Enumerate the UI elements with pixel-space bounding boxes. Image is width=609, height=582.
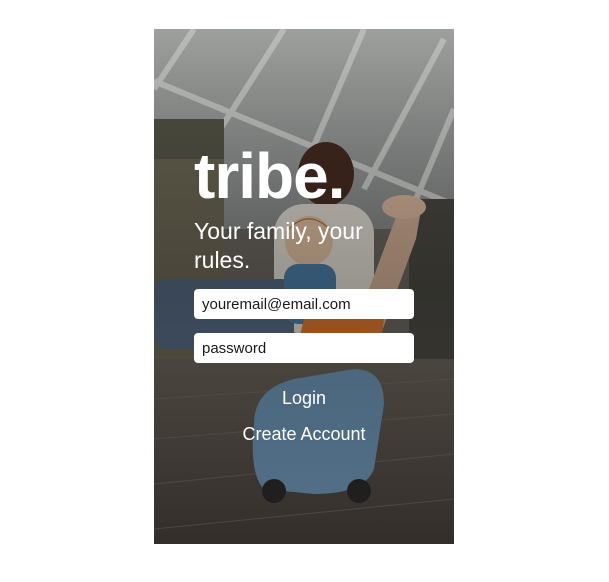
- app-logo-text: tribe.: [194, 140, 345, 212]
- page: tribe. Your family, your rules. Login Cr…: [0, 0, 609, 582]
- background-photo: [154, 29, 454, 544]
- login-button[interactable]: Login: [154, 388, 454, 409]
- tagline: Your family, your rules.: [194, 218, 363, 273]
- create-account-button[interactable]: Create Account: [154, 424, 454, 445]
- app-screen: tribe. Your family, your rules. Login Cr…: [154, 29, 454, 544]
- password-field[interactable]: [194, 333, 414, 363]
- email-field[interactable]: [194, 289, 414, 319]
